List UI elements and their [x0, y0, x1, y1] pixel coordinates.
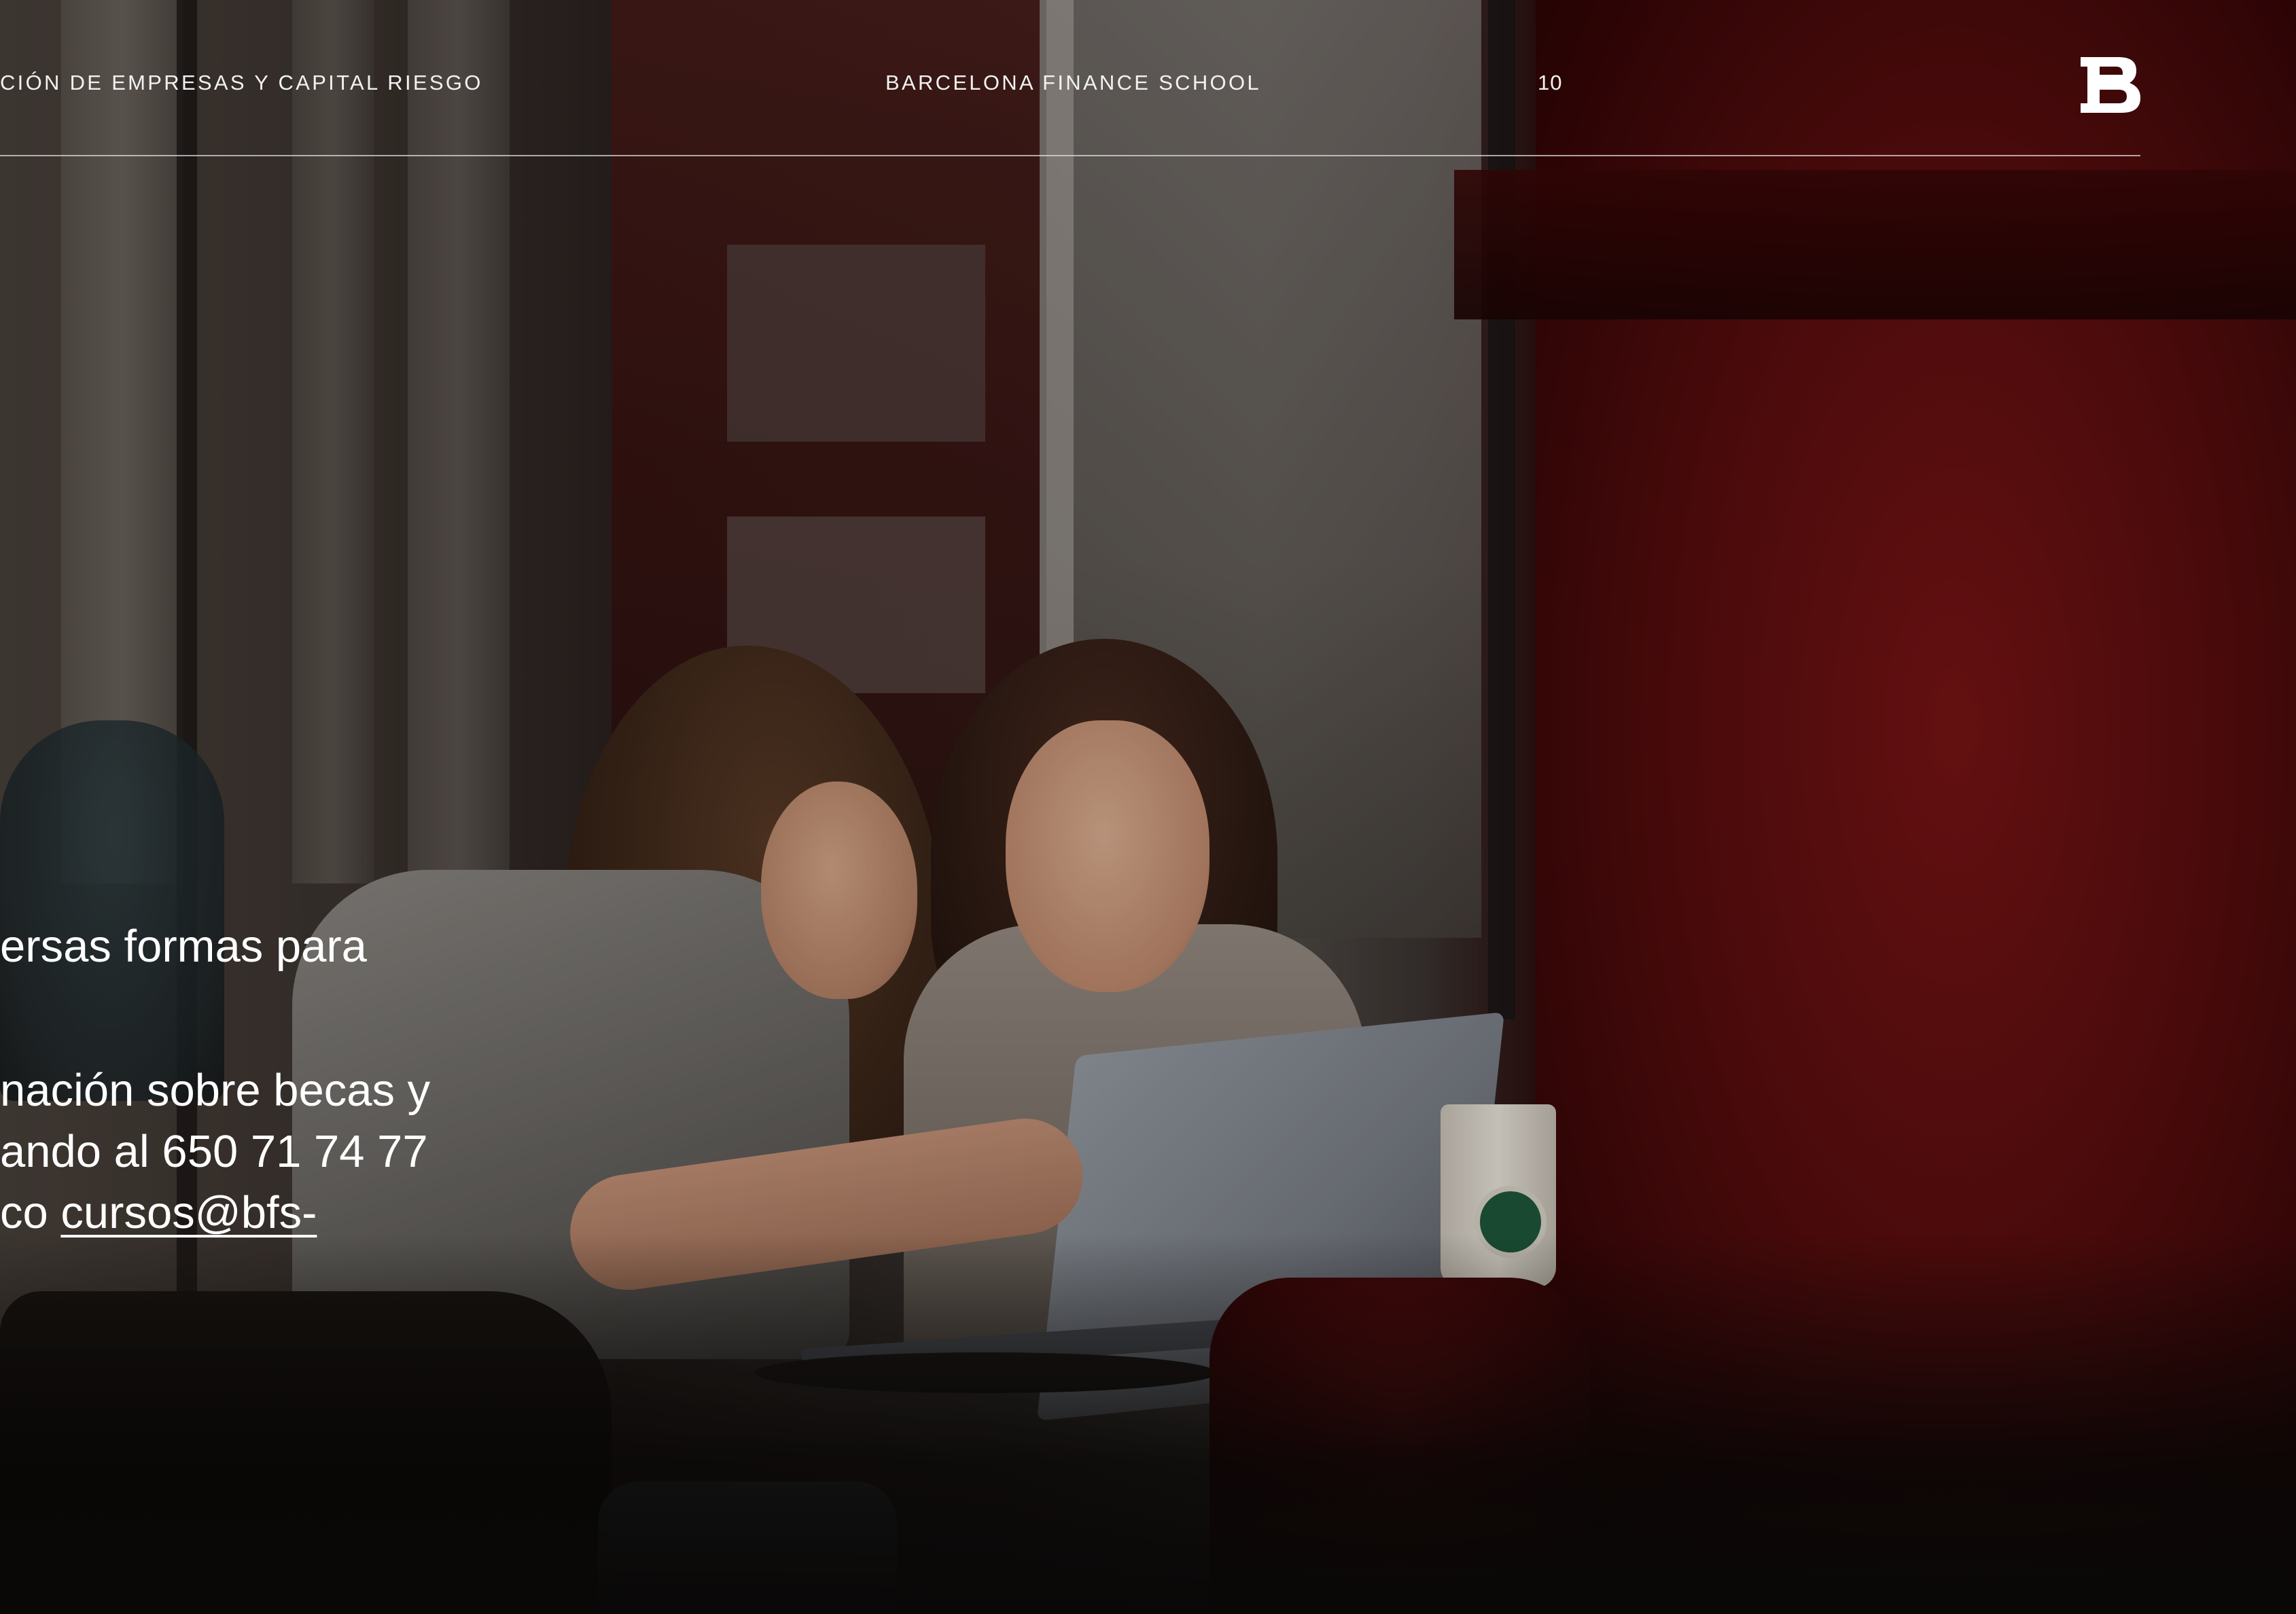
bfs-logo-icon: [2081, 57, 2140, 113]
section-title: CIÓN DE EMPRESAS Y CAPITAL RIESGO: [0, 71, 483, 94]
body-line-3: ando al 650 71 74 77: [0, 1126, 428, 1177]
body-line-2: nación sobre becas y: [0, 1065, 431, 1116]
body-line-1: ersas formas para: [0, 921, 367, 972]
page-number: 10: [1538, 71, 1563, 94]
body-line-4: co cursos@bfs-: [0, 1182, 317, 1244]
school-name: BARCELONA FINANCE SCHOOL: [885, 71, 1261, 94]
email-link[interactable]: cursos@bfs-: [60, 1187, 317, 1238]
header-divider: [0, 155, 2140, 156]
background-photo: [0, 0, 2296, 1614]
body-line-4-prefix: co: [0, 1187, 61, 1238]
